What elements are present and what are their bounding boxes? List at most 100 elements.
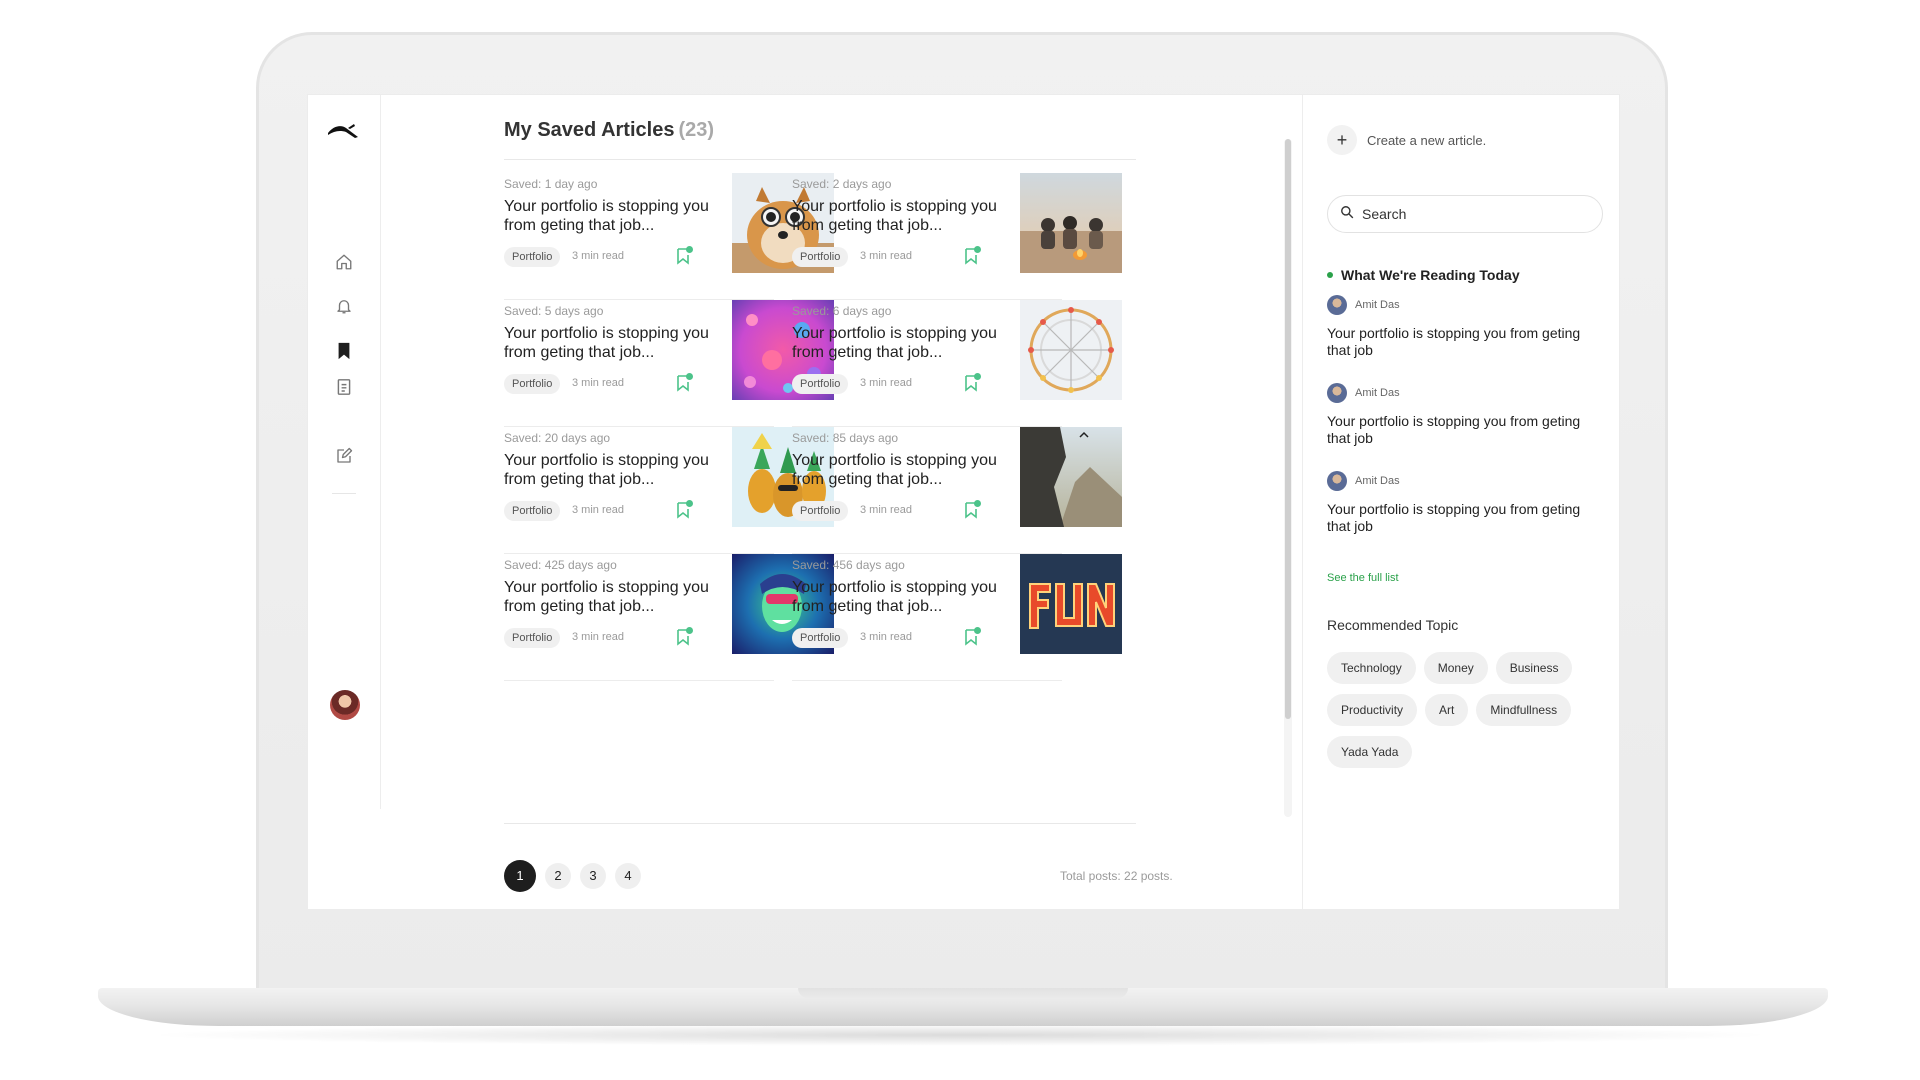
bookmark-check-icon[interactable] [964, 372, 982, 392]
plus-icon[interactable]: + [1327, 125, 1357, 155]
author-row: Amit Das [1327, 471, 1587, 491]
see-full-list-link[interactable]: See the full list [1327, 572, 1399, 584]
article-title[interactable]: Your portfolio is stopping you from geti… [792, 197, 1007, 235]
saved-time: Saved: 425 days ago [504, 558, 617, 572]
article-thumbnail[interactable] [1020, 554, 1122, 654]
search-input[interactable] [1362, 206, 1582, 222]
bookmark-check-icon[interactable] [964, 245, 982, 265]
scrollbar-track[interactable] [1284, 139, 1292, 817]
bookmark-check-icon[interactable] [676, 499, 694, 519]
user-avatar[interactable] [330, 690, 360, 720]
page-title-text: My Saved Articles [504, 119, 675, 141]
topic-chip-money[interactable]: Money [1423, 652, 1488, 684]
scrollbar-thumb[interactable] [1285, 139, 1291, 719]
page-1-button[interactable]: 1 [504, 860, 536, 892]
article-thumbnail[interactable] [1020, 300, 1122, 400]
bookmark-check-icon[interactable] [964, 626, 982, 646]
read-time: 3 min read [572, 631, 624, 643]
topic-chip-business[interactable]: Business [1495, 652, 1573, 684]
article-thumbnail[interactable] [1020, 173, 1122, 273]
left-nav [308, 95, 381, 809]
saved-articles-main: My Saved Articles (23) Saved: 1 day ago Y… [504, 95, 1204, 909]
page-3-button[interactable]: 3 [580, 863, 606, 889]
author-avatar [1327, 471, 1347, 491]
article-thumbnail[interactable] [1020, 427, 1122, 527]
article-count: (23) [678, 119, 715, 141]
topic-chip-art[interactable]: Art [1425, 694, 1469, 726]
title-divider [504, 159, 1136, 160]
reading-title[interactable]: Your portfolio is stopping you from geti… [1327, 325, 1587, 359]
right-sidebar: + Create a new article. What We're Readi… [1302, 95, 1619, 909]
topic-chip-productivity[interactable]: Productivity [1327, 694, 1418, 726]
author-row: Amit Das [1327, 295, 1587, 315]
author-name[interactable]: Amit Das [1355, 387, 1400, 399]
create-article-label[interactable]: Create a new article. [1367, 133, 1486, 148]
article-tag[interactable]: Portfolio [792, 628, 849, 648]
saved-time: Saved: 5 days ago [504, 304, 604, 318]
reading-item[interactable]: Amit Das Your portfolio is stopping you … [1327, 295, 1587, 359]
document-icon[interactable] [333, 376, 355, 398]
topic-chips: Technology Money Business Productivity A… [1327, 652, 1587, 768]
read-time: 3 min read [860, 377, 912, 389]
saved-time: Saved: 1 day ago [504, 177, 598, 191]
reading-item[interactable]: Amit Das Your portfolio is stopping you … [1327, 383, 1587, 447]
article-tag[interactable]: Portfolio [504, 501, 561, 521]
article-title[interactable]: Your portfolio is stopping you from geti… [504, 451, 719, 489]
laptop-screen: My Saved Articles (23) Saved: 1 day ago Y… [307, 94, 1620, 910]
reading-item[interactable]: Amit Das Your portfolio is stopping you … [1327, 471, 1587, 535]
article-title[interactable]: Your portfolio is stopping you from geti… [792, 324, 1007, 362]
saved-time: Saved: 6 days ago [792, 304, 892, 318]
page-title: My Saved Articles (23) [504, 119, 714, 142]
article-tag[interactable]: Portfolio [504, 628, 561, 648]
nav-divider [332, 493, 356, 494]
read-time: 3 min read [572, 377, 624, 389]
reading-title[interactable]: Your portfolio is stopping you from geti… [1327, 413, 1587, 447]
home-icon[interactable] [333, 251, 355, 273]
topic-chip-mindfullness[interactable]: Mindfullness [1476, 694, 1572, 726]
saved-time: Saved: 2 days ago [792, 177, 892, 191]
article-title[interactable]: Your portfolio is stopping you from geti… [504, 578, 719, 616]
laptop-shadow [140, 1024, 1780, 1046]
page-4-button[interactable]: 4 [615, 863, 641, 889]
article-tag[interactable]: Portfolio [792, 247, 849, 267]
read-time: 3 min read [860, 504, 912, 516]
recommended-topic-title: Recommended Topic [1327, 617, 1459, 633]
bookmark-check-icon[interactable] [676, 372, 694, 392]
saved-time: Saved: 456 days ago [792, 558, 905, 572]
article-title[interactable]: Your portfolio is stopping you from geti… [504, 324, 719, 362]
bell-icon[interactable] [333, 295, 355, 317]
author-avatar [1327, 295, 1347, 315]
reading-today-header: What We're Reading Today [1327, 267, 1520, 283]
topic-chip-technology[interactable]: Technology [1327, 652, 1416, 684]
content-bottom-divider [504, 823, 1136, 824]
bookmark-icon[interactable] [333, 340, 355, 362]
card-divider [504, 680, 774, 681]
laptop-notch [798, 988, 1128, 998]
article-tag[interactable]: Portfolio [504, 247, 561, 267]
edit-icon[interactable] [333, 445, 355, 467]
bookmark-check-icon[interactable] [676, 245, 694, 265]
create-article-button[interactable]: + Create a new article. [1327, 125, 1486, 155]
article-title[interactable]: Your portfolio is stopping you from geti… [504, 197, 719, 235]
logo-icon[interactable] [324, 119, 364, 143]
search-icon [1340, 205, 1354, 224]
bookmark-check-icon[interactable] [676, 626, 694, 646]
author-name[interactable]: Amit Das [1355, 299, 1400, 311]
bookmark-check-icon[interactable] [964, 499, 982, 519]
read-time: 3 min read [860, 250, 912, 262]
author-name[interactable]: Amit Das [1355, 475, 1400, 487]
green-dot-icon [1327, 272, 1333, 278]
pagination: 1 2 3 4 [504, 860, 641, 892]
article-title[interactable]: Your portfolio is stopping you from geti… [792, 578, 1007, 616]
article-tag[interactable]: Portfolio [792, 374, 849, 394]
article-card[interactable]: Saved: 456 days ago Your portfolio is st… [792, 546, 1132, 702]
article-tag[interactable]: Portfolio [792, 501, 849, 521]
search-box[interactable] [1327, 195, 1603, 233]
article-tag[interactable]: Portfolio [504, 374, 561, 394]
card-divider [792, 680, 1062, 681]
author-row: Amit Das [1327, 383, 1587, 403]
article-title[interactable]: Your portfolio is stopping you from geti… [792, 451, 1007, 489]
topic-chip-yada-yada[interactable]: Yada Yada [1327, 736, 1413, 768]
reading-title[interactable]: Your portfolio is stopping you from geti… [1327, 501, 1587, 535]
page-2-button[interactable]: 2 [545, 863, 571, 889]
